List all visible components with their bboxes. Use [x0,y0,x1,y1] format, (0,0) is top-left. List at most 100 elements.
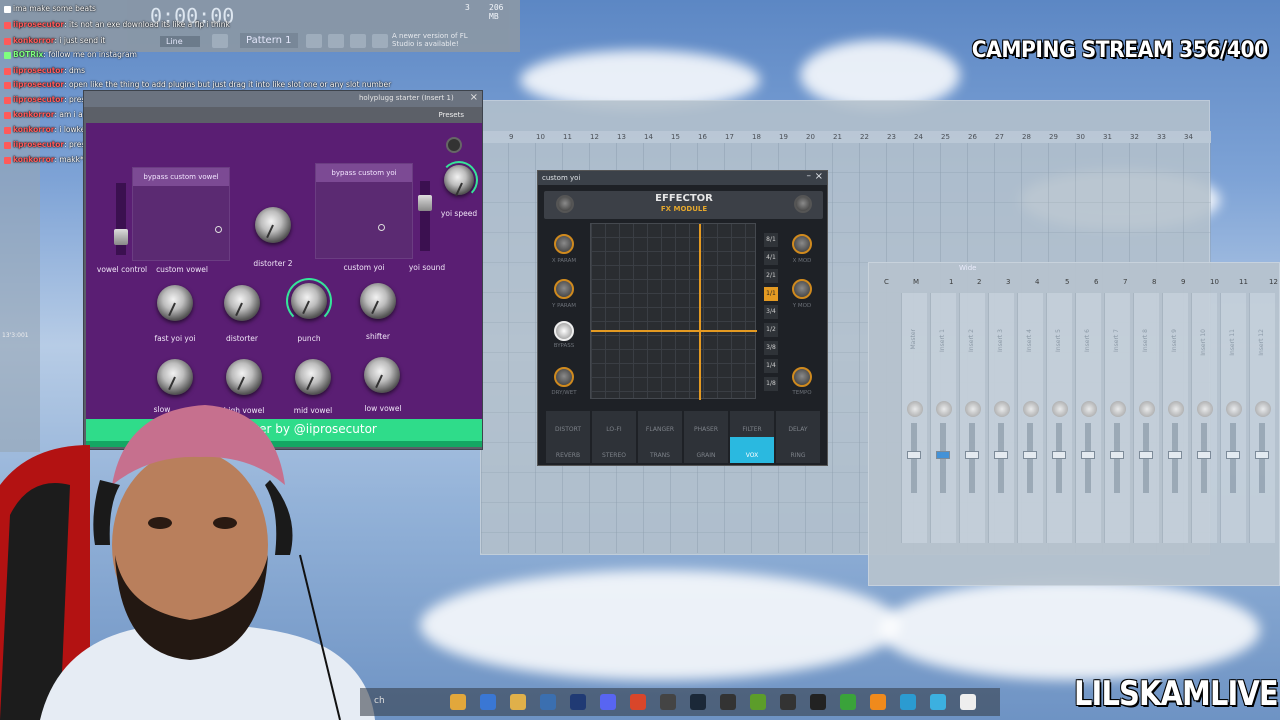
x-param-knob[interactable] [554,234,574,254]
fader-thumb[interactable] [114,229,128,245]
fader-thumb[interactable] [1168,451,1182,459]
rate-button[interactable]: 1/1 [764,287,778,301]
fader-thumb[interactable] [965,451,979,459]
fader-thumb[interactable] [1023,451,1037,459]
effect-mode-button[interactable]: LO-FI [592,411,636,437]
tool-button[interactable] [372,34,388,48]
fader-thumb[interactable] [1052,451,1066,459]
close-icon[interactable]: × [470,92,478,103]
volume-fader[interactable] [1255,423,1269,493]
header-knob[interactable] [556,195,574,213]
high-vowel-knob[interactable] [226,359,262,395]
fader-thumb[interactable] [994,451,1008,459]
y-mod-knob[interactable] [792,279,812,299]
volume-fader[interactable] [1197,423,1211,493]
fader-thumb[interactable] [936,451,950,459]
mixer-strip[interactable]: Insert 6 [1075,293,1101,543]
mixer-strip[interactable]: Insert 7 [1104,293,1130,543]
effect-mode-button[interactable]: GRAIN [684,437,728,463]
mixer-strip[interactable]: Insert 4 [1017,293,1043,543]
notepad-icon[interactable] [960,694,976,710]
pan-knob[interactable] [1197,401,1213,417]
y-param-knob[interactable] [554,279,574,299]
effect-mode-button[interactable]: FLANGER [638,411,682,437]
yoi-sound-fader[interactable] [418,181,432,251]
fast-yoi-knob[interactable] [157,285,193,321]
folder-icon[interactable] [510,694,526,710]
snap-select[interactable]: Line [160,36,200,47]
mixer-strip[interactable]: Insert 3 [988,293,1014,543]
pan-knob[interactable] [1081,401,1097,417]
tool-button[interactable] [306,34,322,48]
rate-button[interactable]: 1/4 [764,359,778,373]
close-icon[interactable]: × [815,171,823,182]
header-knob[interactable] [794,195,812,213]
bypass-custom-vowel-button[interactable]: bypass custom vowel [133,168,229,186]
update-notice[interactable]: A newer version of FL Studio is availabl… [392,32,482,48]
effect-mode-button[interactable]: DELAY [776,411,820,437]
pan-knob[interactable] [1226,401,1242,417]
fader-thumb[interactable] [907,451,921,459]
mixer-strip[interactable]: Insert 5 [1046,293,1072,543]
custom-yoi-pad[interactable]: bypass custom yoi [315,163,413,259]
app-icon[interactable] [810,694,826,710]
volume-fader[interactable] [965,423,979,493]
taskbar-search[interactable]: ch [374,696,385,706]
pan-knob[interactable] [907,401,923,417]
rate-button[interactable]: 3/4 [764,305,778,319]
slow-knob[interactable] [157,359,193,395]
xy-handle[interactable] [215,226,222,233]
fader-thumb[interactable] [418,195,432,211]
custom-vowel-pad[interactable]: bypass custom vowel [132,167,230,261]
volume-fader[interactable] [1139,423,1153,493]
fader-thumb[interactable] [1255,451,1269,459]
app-icon[interactable] [780,694,796,710]
effect-mode-button[interactable]: PHASER [684,411,728,437]
effect-mode-button[interactable]: TRANS [638,437,682,463]
volume-fader[interactable] [994,423,1008,493]
volume-fader[interactable] [1226,423,1240,493]
effector-xy-grid[interactable] [590,223,757,400]
app-icon[interactable] [840,694,856,710]
volume-fader[interactable] [1023,423,1037,493]
rate-button[interactable]: 2/1 [764,269,778,283]
tool-button[interactable] [328,34,344,48]
effector-title-bar[interactable]: custom yoi × – [538,171,827,185]
discord-icon[interactable] [600,694,616,710]
chrome-icon[interactable] [660,694,676,710]
app-icon[interactable] [720,694,736,710]
mixer-strip[interactable]: Insert 9 [1162,293,1188,543]
tool-button[interactable] [212,34,228,48]
distorter-knob[interactable] [224,285,260,321]
browser-icon[interactable] [480,694,496,710]
volume-fader[interactable] [936,423,950,493]
fl-studio-icon[interactable] [870,694,886,710]
mixer-strip[interactable]: Insert 1 [930,293,956,543]
volume-fader[interactable] [1168,423,1182,493]
fader-thumb[interactable] [1226,451,1240,459]
effect-mode-button[interactable]: REVERB [546,437,590,463]
pan-knob[interactable] [1168,401,1184,417]
mixer-strip[interactable]: Insert 8 [1133,293,1159,543]
effect-mode-button[interactable]: FILTER [730,411,774,437]
mixer-strip[interactable]: Insert 11 [1220,293,1246,543]
rate-button[interactable]: 3/8 [764,341,778,355]
rate-button[interactable]: 1/2 [764,323,778,337]
pan-knob[interactable] [1139,401,1155,417]
file-explorer-icon[interactable] [450,694,466,710]
volume-fader[interactable] [907,423,921,493]
plugin-title-bar[interactable]: holyplugg starter (Insert 1) × [84,91,482,107]
tool-button[interactable] [350,34,366,48]
dry-wet-knob[interactable] [554,367,574,387]
fader-thumb[interactable] [1081,451,1095,459]
pan-knob[interactable] [1052,401,1068,417]
fader-thumb[interactable] [1110,451,1124,459]
photoshop-icon[interactable] [570,694,586,710]
store-icon[interactable] [540,694,556,710]
mid-vowel-knob[interactable] [295,359,331,395]
rate-button[interactable]: 1/8 [764,377,778,391]
rate-button[interactable]: 4/1 [764,251,778,265]
tempo-knob[interactable] [792,367,812,387]
bypass-button[interactable] [554,321,574,341]
presets-button[interactable]: Presets [439,111,464,119]
